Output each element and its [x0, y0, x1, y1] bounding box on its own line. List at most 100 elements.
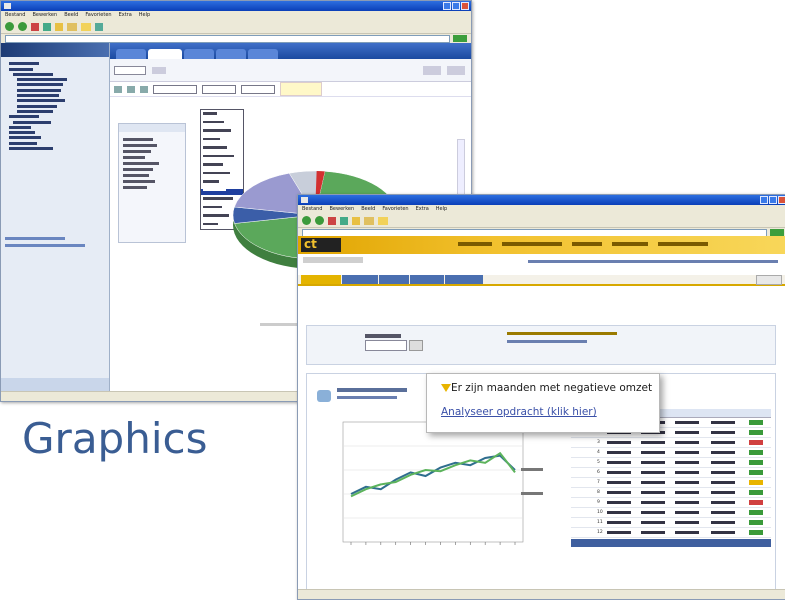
menu-item[interactable]: Help	[436, 205, 447, 214]
nav-tab[interactable]	[445, 275, 483, 284]
nav-tab[interactable]	[379, 275, 409, 284]
tree-item[interactable]	[13, 72, 53, 76]
tree-item[interactable]	[9, 115, 39, 119]
home-icon[interactable]	[352, 216, 360, 225]
page-options-button[interactable]	[756, 275, 782, 285]
header-link[interactable]	[458, 242, 492, 246]
apply-button[interactable]	[409, 340, 423, 351]
tab[interactable]	[216, 49, 246, 59]
menu-item[interactable]: Beeld	[361, 205, 375, 214]
favorites-icon[interactable]	[81, 22, 91, 31]
menu-item[interactable]: Bestand	[5, 11, 25, 20]
menu-item[interactable]: Extra	[416, 205, 429, 214]
tree-item[interactable]	[13, 120, 51, 124]
dropdown-option[interactable]	[201, 146, 243, 153]
back-icon[interactable]	[302, 216, 311, 225]
tree-item[interactable]	[17, 109, 53, 113]
nav-tab[interactable]	[342, 275, 378, 284]
stop-icon[interactable]	[328, 216, 336, 225]
menu-item[interactable]: Favorieten	[382, 205, 408, 214]
dropdown-option[interactable]	[201, 112, 243, 119]
dropdown-option[interactable]	[201, 120, 243, 127]
tree-item[interactable]	[17, 88, 61, 92]
measure-select[interactable]	[202, 84, 236, 94]
table-cell	[711, 501, 735, 504]
nav-tab[interactable]	[301, 275, 341, 284]
refresh-icon[interactable]	[340, 216, 348, 225]
dimension-select[interactable]	[241, 84, 275, 94]
go-button[interactable]	[453, 35, 467, 42]
refresh-icon[interactable]	[43, 22, 51, 31]
period-select[interactable]	[365, 340, 407, 351]
panel-link[interactable]	[5, 244, 85, 247]
tree-item[interactable]	[17, 94, 59, 98]
tree-item[interactable]	[9, 131, 35, 135]
header-link[interactable]	[658, 242, 708, 246]
table-row: 6	[571, 468, 771, 478]
menu-item[interactable]: Bewerken	[32, 11, 57, 20]
minimize-button[interactable]	[443, 2, 451, 10]
minimize-button[interactable]	[760, 196, 768, 204]
go-button[interactable]	[770, 229, 784, 236]
menu-item[interactable]: Beeld	[64, 11, 78, 20]
menu-item[interactable]: Bewerken	[329, 205, 354, 214]
chart-type-icon[interactable]	[140, 85, 148, 93]
home-icon[interactable]	[55, 22, 63, 31]
report-link[interactable]	[337, 396, 397, 399]
tree-item[interactable]	[9, 147, 53, 151]
search-icon[interactable]	[67, 22, 77, 31]
menu-item[interactable]: Favorieten	[85, 11, 111, 20]
stop-icon[interactable]	[31, 22, 39, 31]
back-icon[interactable]	[5, 22, 14, 31]
table-cell	[641, 531, 665, 534]
brand-logo-text: ct	[304, 237, 317, 251]
tree-item[interactable]	[17, 104, 57, 108]
tree-item[interactable]	[17, 78, 67, 82]
print-icon[interactable]	[423, 65, 441, 75]
tree-item[interactable]	[17, 99, 65, 103]
tree-item[interactable]	[9, 125, 31, 129]
tab[interactable]	[248, 49, 278, 59]
export-icon[interactable]	[447, 65, 465, 75]
dropdown-option[interactable]	[201, 137, 243, 144]
maximize-button[interactable]	[452, 2, 460, 10]
tree-item[interactable]	[17, 83, 63, 87]
popup-link[interactable]: Analyseer opdracht (klik hier)	[441, 406, 597, 418]
chart-type-select[interactable]	[153, 84, 197, 94]
menu-item[interactable]: Bestand	[302, 205, 322, 214]
forward-icon[interactable]	[315, 216, 324, 225]
dropdown-option[interactable]	[201, 129, 243, 136]
favorites-icon[interactable]	[378, 216, 388, 225]
menu-item[interactable]: Extra	[119, 11, 132, 20]
header-link[interactable]	[502, 242, 562, 246]
tree-item[interactable]	[9, 67, 33, 71]
close-button[interactable]	[778, 196, 785, 204]
tree-item[interactable]	[9, 141, 37, 145]
menu-item[interactable]: Help	[139, 11, 150, 20]
media-icon[interactable]	[95, 22, 103, 31]
close-button[interactable]	[461, 2, 469, 10]
panel-link[interactable]	[5, 237, 65, 240]
address-input[interactable]	[5, 34, 450, 43]
tree-item[interactable]	[9, 136, 41, 140]
search-icon[interactable]	[364, 216, 374, 225]
chart-type-icon[interactable]	[114, 85, 122, 93]
status-indicator	[749, 490, 763, 495]
nav-tab[interactable]	[410, 275, 444, 284]
tree-item[interactable]	[9, 62, 39, 66]
status-indicator	[749, 500, 763, 505]
chart-type-icon[interactable]	[127, 85, 135, 93]
table-cell	[641, 491, 665, 494]
tab[interactable]	[184, 49, 214, 59]
header-link[interactable]	[572, 242, 602, 246]
maximize-button[interactable]	[769, 196, 777, 204]
tab[interactable]	[116, 49, 146, 59]
tab[interactable]	[148, 49, 182, 59]
options-button[interactable]	[152, 66, 166, 74]
header-link[interactable]	[612, 242, 648, 246]
view-select[interactable]	[114, 65, 146, 75]
forward-icon[interactable]	[18, 22, 27, 31]
dropdown-option[interactable]	[201, 154, 243, 161]
header-nav	[458, 242, 748, 247]
warning-link[interactable]	[507, 340, 587, 343]
